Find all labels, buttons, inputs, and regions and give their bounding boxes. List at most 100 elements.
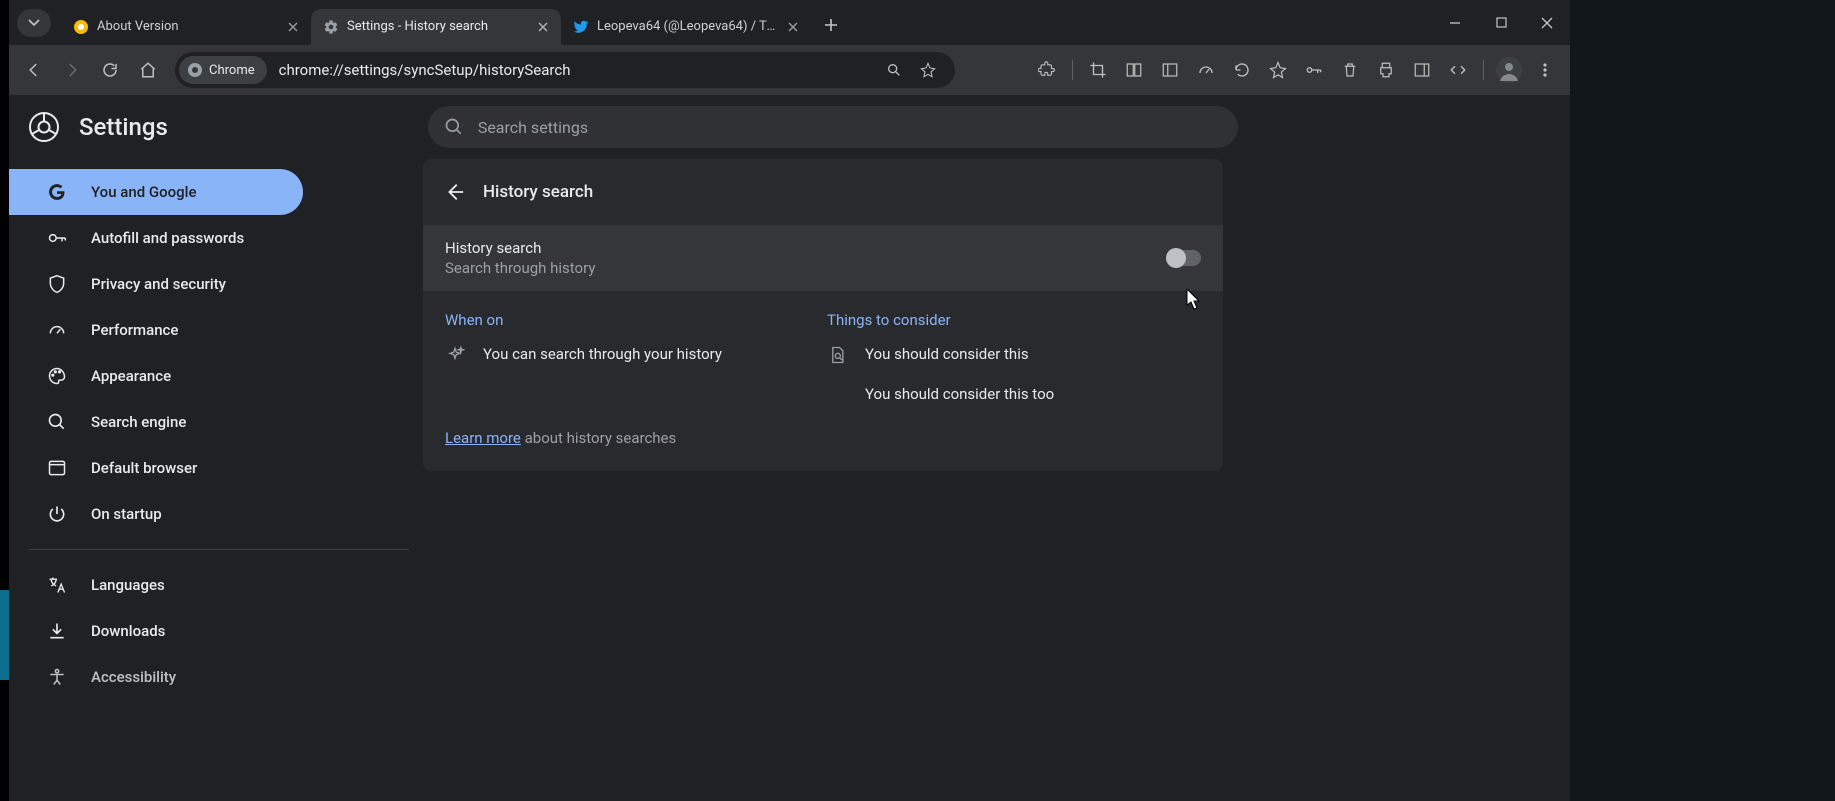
sidebar-item-performance[interactable]: Performance (9, 307, 303, 353)
sidebar-item-label: Appearance (91, 367, 171, 385)
tab-about-version[interactable]: About Version (61, 9, 311, 45)
close-icon[interactable] (535, 19, 551, 35)
when-on-item: You can search through your history (483, 345, 722, 363)
sidebar-item-autofill[interactable]: Autofill and passwords (9, 215, 303, 261)
sidebar-item-label: Performance (91, 321, 178, 339)
minimize-button[interactable] (1432, 5, 1478, 41)
book-icon (1125, 61, 1143, 79)
history-button[interactable] (1225, 53, 1259, 87)
tab-title: Settings - History search (347, 19, 527, 34)
arrow-right-icon (63, 61, 81, 79)
new-tab-button[interactable] (817, 11, 845, 39)
tab-twitter-leopeva64[interactable]: Leopeva64 (@Leopeva64) / Twi (561, 9, 811, 45)
omnibox-chip[interactable]: Chrome (179, 56, 267, 84)
desktop-background (0, 590, 9, 680)
arrow-left-icon (443, 181, 465, 203)
trash-icon (1341, 61, 1359, 79)
learn-more-link[interactable]: Learn more (445, 429, 521, 447)
key-icon (47, 228, 67, 248)
history-icon (1233, 61, 1251, 79)
learn-more-suffix: about history searches (521, 429, 676, 447)
close-icon[interactable] (785, 19, 801, 35)
address-bar[interactable]: Chrome chrome://settings/syncSetup/histo… (175, 52, 955, 88)
settings-title: Settings (79, 113, 168, 141)
settings-content: History search History search Search thr… (423, 159, 1570, 801)
zoom-icon (886, 62, 902, 78)
avatar-icon (1496, 57, 1522, 83)
browser-icon (47, 458, 67, 478)
plus-icon (824, 18, 838, 32)
window-controls (1432, 5, 1570, 41)
close-icon[interactable] (285, 19, 301, 35)
when-on-title: When on (445, 311, 819, 329)
toolbar-separator (1483, 60, 1484, 80)
maximize-button[interactable] (1478, 5, 1524, 41)
sidebar-item-label: On startup (91, 505, 162, 523)
sidebar-item-accessibility[interactable]: Accessibility (9, 654, 303, 700)
settings-header: Settings Search settings (9, 95, 1570, 159)
performance-button[interactable] (1189, 53, 1223, 87)
download-icon (47, 621, 67, 641)
omnibox-zoom-button[interactable] (877, 53, 911, 87)
sidebar-item-on-startup[interactable]: On startup (9, 491, 303, 537)
chrome-menu-button[interactable] (1528, 53, 1562, 87)
back-button[interactable] (17, 53, 51, 87)
sidebar-item-search-engine[interactable]: Search engine (9, 399, 303, 445)
sidebar-item-you-and-google[interactable]: You and Google (9, 169, 303, 215)
profile-button[interactable] (1492, 53, 1526, 87)
sidebar-item-label: Languages (91, 576, 165, 594)
row-subtitle: Search through history (445, 259, 1167, 277)
page-title: History search (483, 182, 593, 202)
url-text: chrome://settings/syncSetup/historySearc… (279, 61, 877, 79)
sidebar-icon (1161, 61, 1179, 79)
speedometer-icon (1197, 61, 1215, 79)
browser-window: About Version Settings - History search … (9, 0, 1570, 801)
tab-title: Leopeva64 (@Leopeva64) / Twi (597, 19, 777, 34)
bookmark-button[interactable] (911, 53, 945, 87)
history-search-card: History search History search Search thr… (423, 159, 1223, 471)
print-button[interactable] (1369, 53, 1403, 87)
reader-mode-button[interactable] (1117, 53, 1151, 87)
chrome-logo-icon (187, 62, 203, 78)
bookmarks-button[interactable] (1261, 53, 1295, 87)
sidebar-item-label: Autofill and passwords (91, 229, 244, 247)
toggle-knob-icon (1166, 248, 1186, 268)
speedometer-icon (47, 320, 67, 340)
consider-column: Things to consider You should consider t… (827, 311, 1201, 423)
extensions-button[interactable] (1030, 53, 1064, 87)
sidebar-item-privacy[interactable]: Privacy and security (9, 261, 303, 307)
tab-strip: About Version Settings - History search … (9, 0, 1570, 45)
sidebar-item-default-browser[interactable]: Default browser (9, 445, 303, 491)
code-icon (1449, 61, 1467, 79)
learn-more-row: Learn more about history searches (423, 427, 1223, 471)
accessibility-icon (47, 667, 67, 687)
info-columns: When on You can search through your hist… (423, 291, 1223, 427)
sidebar-item-label: Downloads (91, 622, 165, 640)
settings-search-input[interactable]: Search settings (428, 106, 1238, 148)
delete-data-button[interactable] (1333, 53, 1367, 87)
sidebar-item-appearance[interactable]: Appearance (9, 353, 303, 399)
puzzle-icon (1038, 61, 1056, 79)
consider-item-1: You should consider this (865, 345, 1029, 363)
sidebar-item-languages[interactable]: Languages (9, 562, 303, 608)
history-search-toggle[interactable] (1167, 250, 1201, 266)
sidebar-item-downloads[interactable]: Downloads (9, 608, 303, 654)
side-panel-button[interactable] (1405, 53, 1439, 87)
home-button[interactable] (131, 53, 165, 87)
toolbar-separator (1072, 60, 1073, 80)
crop-icon (1089, 61, 1107, 79)
mouse-cursor-icon (1185, 289, 1203, 311)
maximize-icon (1496, 17, 1507, 28)
sparkle-icon (445, 345, 465, 365)
devtools-button[interactable] (1441, 53, 1475, 87)
screenshot-button[interactable] (1081, 53, 1115, 87)
search-tabs-button[interactable] (17, 9, 51, 37)
reading-list-button[interactable] (1153, 53, 1187, 87)
forward-button[interactable] (55, 53, 89, 87)
tab-settings-history-search[interactable]: Settings - History search (311, 9, 561, 45)
close-window-button[interactable] (1524, 5, 1570, 41)
shield-icon (47, 274, 67, 294)
reload-button[interactable] (93, 53, 127, 87)
passwords-button[interactable] (1297, 53, 1331, 87)
back-button[interactable] (443, 181, 465, 203)
